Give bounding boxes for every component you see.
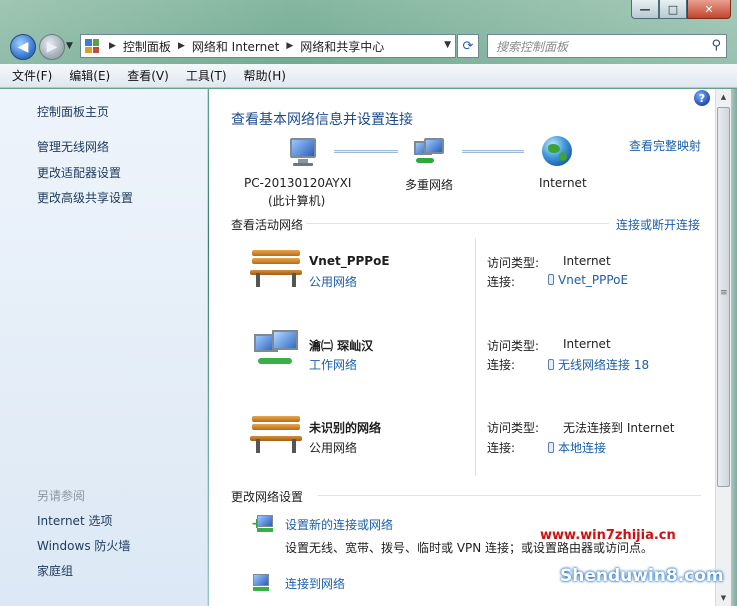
menu-tools[interactable]: 工具(T) xyxy=(186,67,227,84)
connection-label: 连接: xyxy=(487,441,516,455)
multiple-networks-icon xyxy=(414,138,446,168)
network-2-connection-link[interactable]: 无线网络连接 18 xyxy=(548,356,649,373)
map-link-line xyxy=(334,150,398,153)
see-also-homegroup[interactable]: 家庭组 xyxy=(37,562,73,579)
address-dropdown-icon[interactable]: ▼ xyxy=(444,40,451,50)
network-3-connection-link[interactable]: 本地连接 xyxy=(548,439,606,456)
public-network-bench-icon xyxy=(250,248,302,288)
menu-view[interactable]: 查看(V) xyxy=(127,67,169,84)
public-network-bench-icon xyxy=(250,414,302,454)
scroll-thumb[interactable] xyxy=(717,107,730,487)
section-divider xyxy=(306,223,609,224)
column-divider xyxy=(475,238,476,476)
network-1-access: Internet xyxy=(563,254,611,268)
wireless-connection-icon xyxy=(548,359,554,370)
network-1-type-link[interactable]: 公用网络 xyxy=(309,273,357,290)
menu-file[interactable]: 文件(F) xyxy=(12,67,52,84)
network-1-name: Vnet_PPPoE xyxy=(309,254,390,268)
computer-icon xyxy=(286,138,318,168)
dialup-connection-icon xyxy=(548,274,554,285)
sidebar-change-adapter[interactable]: 更改适配器设置 xyxy=(37,164,121,181)
breadcrumb-separator-icon: ▶ xyxy=(109,41,116,51)
sidebar-control-panel-home[interactable]: 控制面板主页 xyxy=(37,103,109,120)
scroll-down-icon[interactable]: ▼ xyxy=(716,590,731,606)
menu-edit[interactable]: 编辑(E) xyxy=(69,67,110,84)
map-link-line xyxy=(462,150,524,153)
maximize-button[interactable]: □ xyxy=(659,0,687,19)
close-button[interactable]: ✕ xyxy=(687,0,731,19)
connect-disconnect-link[interactable]: 连接或断开连接 xyxy=(616,216,700,233)
watermark-brand: Shenduwin8.com xyxy=(560,566,724,586)
vertical-scrollbar[interactable]: ▲ ▼ xyxy=(715,89,731,606)
network-1-connection-link[interactable]: Vnet_PPPoE xyxy=(548,273,628,287)
menu-bar: 文件(F) 编辑(E) 查看(V) 工具(T) 帮助(H) xyxy=(0,64,737,88)
connect-to-network-icon xyxy=(251,574,275,594)
recent-pages-dropdown-icon[interactable]: ▼ xyxy=(66,41,73,51)
breadcrumb-control-panel[interactable]: 控制面板 xyxy=(123,38,171,55)
refresh-icon[interactable]: ⟳ xyxy=(457,34,479,58)
connect-to-network-link[interactable]: 连接到网络 xyxy=(285,575,345,592)
watermark-url: www.win7zhijia.cn xyxy=(540,528,676,543)
search-placeholder: 搜索控制面板 xyxy=(496,39,569,54)
page-title: 查看基本网络信息并设置连接 xyxy=(231,112,413,128)
back-button[interactable]: ◀ xyxy=(10,34,36,60)
sidebar-advanced-sharing[interactable]: 更改高级共享设置 xyxy=(37,189,133,206)
scroll-up-icon[interactable]: ▲ xyxy=(716,89,731,105)
breadcrumb-network-sharing-center[interactable]: 网络和共享中心 xyxy=(300,38,384,55)
window-border xyxy=(731,89,737,606)
see-also-heading: 另请参阅 xyxy=(37,489,86,503)
setup-new-connection-link[interactable]: 设置新的连接或网络 xyxy=(285,516,393,533)
internet-globe-icon xyxy=(542,136,572,166)
multiple-networks-label: 多重网络 xyxy=(405,178,454,192)
address-row: ◀ ▶ ▼ ▶ 控制面板 ▶ 网络和 Internet ▶ 网络和共享中心 ▼ … xyxy=(0,31,737,61)
sidebar-manage-wireless[interactable]: 管理无线网络 xyxy=(37,138,109,155)
network-3-access: 无法连接到 Internet xyxy=(563,421,675,435)
breadcrumb-separator-icon: ▶ xyxy=(286,41,294,51)
caption-buttons: — □ ✕ xyxy=(631,0,731,20)
network-3-type: 公用网络 xyxy=(309,441,358,455)
work-network-icon xyxy=(252,330,304,372)
access-type-label: 访问类型: xyxy=(487,339,540,353)
help-icon[interactable]: ? xyxy=(694,90,710,106)
network-2-type-link[interactable]: 工作网络 xyxy=(309,356,357,373)
network-2-name: 瀹㈡ 琛屾汉 xyxy=(309,339,374,353)
address-bar[interactable]: ▶ 控制面板 ▶ 网络和 Internet ▶ 网络和共享中心 ▼ xyxy=(80,34,456,58)
see-also-internet-options[interactable]: Internet 选项 xyxy=(37,512,112,529)
change-settings-heading: 更改网络设置 xyxy=(231,490,304,504)
sidebar: 控制面板主页 管理无线网络 更改适配器设置 更改高级共享设置 另请参阅 Inte… xyxy=(0,89,208,606)
forward-button[interactable]: ▶ xyxy=(39,34,65,60)
access-type-label: 访问类型: xyxy=(487,421,540,435)
internet-label: Internet xyxy=(539,176,587,190)
network-2-access: Internet xyxy=(563,337,611,351)
search-input[interactable]: 搜索控制面板 ⚲ xyxy=(487,34,727,58)
connection-label: 连接: xyxy=(487,358,516,372)
view-full-map-link[interactable]: 查看完整映射 xyxy=(629,137,701,154)
minimize-button[interactable]: — xyxy=(631,0,659,19)
access-type-label: 访问类型: xyxy=(487,256,540,270)
control-panel-icon xyxy=(85,39,99,53)
network-3-name: 未识别的网络 xyxy=(309,421,382,435)
computer-name: PC-20130120AYXI xyxy=(244,176,352,190)
active-networks-heading: 查看活动网络 xyxy=(231,218,304,232)
local-connection-icon xyxy=(548,442,554,453)
section-divider xyxy=(318,495,701,496)
breadcrumb-network-internet[interactable]: 网络和 Internet xyxy=(192,38,279,55)
menu-help[interactable]: 帮助(H) xyxy=(244,67,286,84)
setup-connection-icon: + xyxy=(251,515,275,535)
see-also-windows-firewall[interactable]: Windows 防火墙 xyxy=(37,537,130,554)
breadcrumb-separator-icon: ▶ xyxy=(177,41,185,51)
computer-subtitle: (此计算机) xyxy=(268,194,326,208)
connection-label: 连接: xyxy=(487,275,516,289)
search-icon[interactable]: ⚲ xyxy=(711,38,721,53)
